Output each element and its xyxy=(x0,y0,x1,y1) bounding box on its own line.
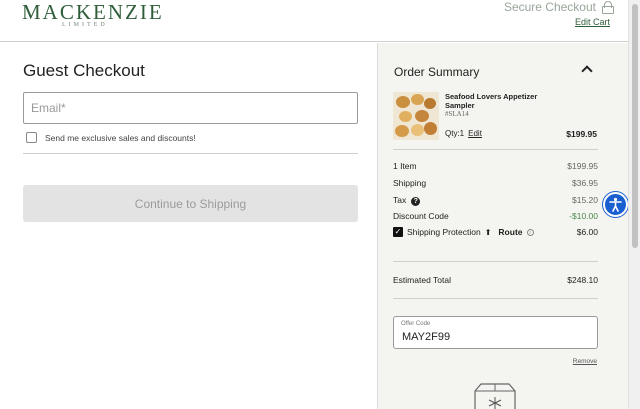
marketing-optin[interactable]: Send me exclusive sales and discounts! xyxy=(26,132,196,143)
optin-label: Send me exclusive sales and discounts! xyxy=(45,132,196,143)
scrollbar-thumb[interactable] xyxy=(632,4,638,248)
edit-qty-link[interactable]: Edit xyxy=(468,129,482,138)
divider xyxy=(393,149,598,150)
edit-cart-link[interactable]: Edit Cart xyxy=(575,17,610,27)
protection-value: $6.00 xyxy=(576,227,598,237)
secure-checkout: Secure Checkout xyxy=(504,0,614,14)
offer-code-label: Offer Code xyxy=(401,321,431,327)
accessibility-icon xyxy=(609,197,622,212)
shipping-box-icon xyxy=(474,383,516,409)
continue-to-shipping-button[interactable]: Continue to Shipping xyxy=(23,185,358,222)
summary-row-protection: ✓ Shipping Protection ⬆ Route i $6.00 xyxy=(393,227,598,237)
summary-row-tax: Tax? $15.20 xyxy=(393,195,598,206)
offer-code-value: MAY2F99 xyxy=(402,331,451,343)
estimated-total: $248.10 xyxy=(567,275,598,285)
summary-row-discount: Discount Code -$10.00 xyxy=(393,211,598,221)
mackenzie-logo[interactable]: MACKENZIE LIMITED xyxy=(22,0,164,28)
route-label: Route xyxy=(498,227,523,237)
route-logo-icon: ⬆ xyxy=(484,227,492,237)
order-summary: Order Summary Seafood Lovers Appetizer S… xyxy=(377,43,628,409)
summary-row-items: 1 Item $199.95 xyxy=(393,161,598,171)
lock-icon xyxy=(602,0,614,14)
product-image xyxy=(393,92,439,140)
estimated-total-row: Estimated Total $248.10 xyxy=(393,275,598,285)
product-sku: #SLA14 xyxy=(445,110,469,118)
summary-row-shipping: Shipping $36.95 xyxy=(393,178,598,188)
accessibility-button[interactable] xyxy=(603,192,628,217)
divider xyxy=(23,153,358,154)
help-icon[interactable]: ? xyxy=(411,197,421,206)
page-scrollbar[interactable] xyxy=(628,0,640,409)
offer-code-field[interactable]: Offer Code MAY2F99 xyxy=(393,316,598,349)
product-name: Seafood Lovers Appetizer Sampler xyxy=(445,92,538,110)
order-summary-title: Order Summary xyxy=(394,65,480,79)
checkout-form: Guest Checkout Email* Send me exclusive … xyxy=(0,43,377,409)
product-qty: Qty:1 Edit xyxy=(445,129,482,138)
chevron-up-icon[interactable] xyxy=(581,65,593,77)
qty-label: Qty:1 xyxy=(445,129,465,138)
page-title: Guest Checkout xyxy=(23,61,145,80)
optin-checkbox[interactable] xyxy=(26,132,37,143)
protection-label: Shipping Protection xyxy=(407,227,481,237)
protection-checkbox[interactable]: ✓ xyxy=(393,227,403,237)
product-price: $199.95 xyxy=(566,129,597,139)
secure-checkout-label: Secure Checkout xyxy=(503,0,596,14)
divider xyxy=(393,261,598,262)
site-header: MACKENZIE LIMITED Secure Checkout Edit C… xyxy=(0,0,640,42)
remove-offer-link[interactable]: Remove xyxy=(573,358,597,365)
email-field[interactable]: Email* xyxy=(23,92,358,124)
divider xyxy=(393,298,598,299)
info-icon[interactable]: i xyxy=(526,228,534,236)
